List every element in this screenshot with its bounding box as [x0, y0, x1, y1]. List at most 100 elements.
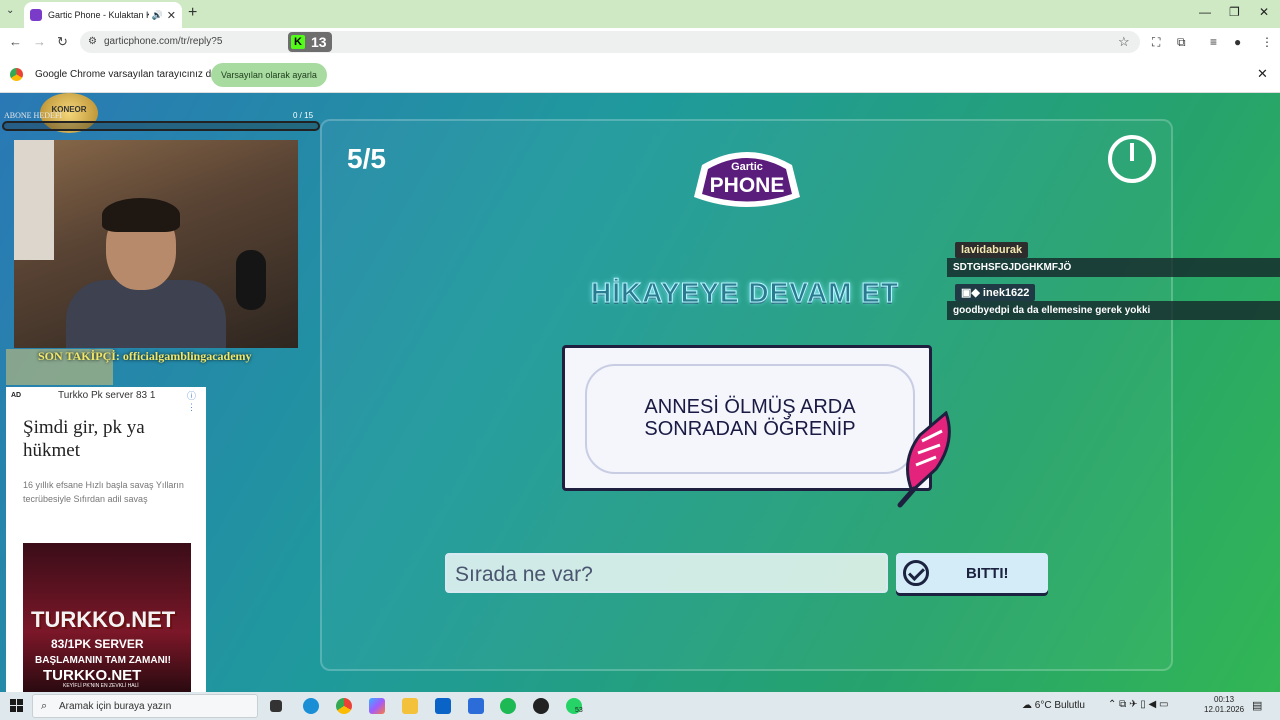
start-button[interactable] [10, 699, 23, 712]
ad-image-line: KEYİFLİ PK'NIN EN ZEVKLİ HALİ [63, 683, 139, 689]
ad-source: Turkko Pk server 83 1 [58, 390, 156, 401]
kick-logo-icon: K [291, 35, 305, 49]
windows-taskbar: ⌕ Aramak için buraya yazın 53 ☁ 6°C Bulu… [0, 692, 1280, 720]
url-text: garticphone.com/tr/reply?5 [104, 36, 223, 47]
ad-info-icon[interactable]: ⓘ ⋮ [187, 389, 206, 413]
microphone-icon [236, 250, 266, 310]
chat-message: lavidaburak SDTGHSFGJDGHKMFJÖ [947, 240, 1280, 277]
site-info-icon[interactable]: ⚙ [88, 36, 97, 47]
chat-message: ▣◆ inek1622 goodbyedpi da da ellemesine … [947, 283, 1280, 320]
round-counter: 5/5 [347, 143, 386, 174]
speaker-icon[interactable]: 🔊 [152, 10, 163, 21]
store-icon[interactable] [468, 698, 484, 714]
logo-top-text: Gartic [731, 161, 763, 173]
webcam-streamer-hair [102, 198, 180, 232]
clock-time: 00:13 [1214, 695, 1235, 704]
done-button-label: BITTI! [966, 564, 1009, 582]
gartic-phone-logo: Gartic PHONE [694, 152, 800, 207]
chat-badge-icon: ▣◆ [961, 287, 983, 299]
sub-goal-progress-bar [2, 121, 320, 131]
webcam-background-lamp [14, 140, 54, 260]
task-view-icon[interactable] [270, 700, 282, 712]
taskbar-search-placeholder: Aramak için buraya yazın [59, 701, 172, 712]
forward-icon[interactable]: → [33, 34, 46, 49]
clock[interactable]: 00:13 12.01.2026 [1204, 695, 1244, 716]
steam-icon[interactable] [533, 698, 549, 714]
chat-username: ▣◆ inek1622 [955, 284, 1036, 301]
tab-strip: ⌄ Gartic Phone - Kulaktan Kul 🔊 ✕ + — ❐ … [0, 0, 1280, 28]
ad-image-line: TURKKO.NET [43, 667, 142, 684]
ad-image-line: BAŞLAMANIN TAM ZAMANI! [35, 655, 171, 666]
taskbar-search[interactable]: ⌕ Aramak için buraya yazın [32, 694, 258, 718]
edge-icon[interactable] [303, 698, 319, 714]
weather-text: 6°C Bulutlu [1034, 700, 1085, 711]
chat-username-text: inek1622 [982, 287, 1030, 299]
check-icon [903, 560, 929, 586]
chrome-logo-icon [10, 68, 23, 81]
spotify-icon[interactable] [500, 698, 516, 714]
address-toolbar: ← → ↻ ⚙ garticphone.com/tr/reply?5 ☆ [0, 28, 1280, 56]
chat-text: goodbyedpi da da ellemesine gerek yokki [947, 301, 1280, 320]
kick-extension-badge[interactable]: K 13 [288, 32, 332, 52]
advertisement[interactable]: AD Turkko Pk server 83 1 ⓘ ⋮ Şimdi gir, … [6, 387, 206, 692]
chrome-taskbar-icon[interactable] [336, 698, 352, 714]
infobar-close-icon[interactable]: ✕ [1257, 66, 1268, 82]
story-input-placeholder: Sırada ne var? [455, 563, 593, 586]
sub-goal-count: 0 / 15 [293, 111, 314, 120]
outlook-icon[interactable] [435, 698, 451, 714]
default-browser-infobar: Google Chrome varsayılan tarayıcınız değ… [0, 56, 1280, 93]
profile-avatar-icon[interactable]: ● [1234, 35, 1241, 49]
ad-body: 16 yıllık efsane Hızlı başla savaş Yılla… [23, 480, 184, 504]
game-viewport: 5/5 Gartic PHONE HİKAYEYE DEVAM ET ANNES… [0, 93, 1280, 692]
ad-image-line: 83/1PK SERVER [51, 637, 144, 651]
prompt-text: ANNESİ ÖLMÜŞ ARDA SONRADAN ÖĞRENİP [585, 364, 915, 474]
webcam-feed [14, 140, 298, 348]
whatsapp-badge: 53 [575, 707, 583, 714]
notification-icon[interactable]: ▤ [1252, 699, 1262, 712]
ad-headline[interactable]: Şimdi gir, pk ya hükmet [23, 417, 193, 463]
story-input[interactable]: Sırada ne var? [445, 553, 888, 593]
screenshot-icon[interactable]: ⛶ [1152, 35, 1160, 50]
chat-text: SDTGHSFGJDGHKMFJÖ [947, 258, 1280, 277]
clock-date: 12.01.2026 [1204, 705, 1245, 715]
search-icon: ⌕ [41, 700, 48, 712]
last-follower-text: SON TAKİPÇİ: officialgamblingacademy [38, 349, 252, 363]
new-tab-button[interactable]: + [188, 4, 197, 22]
reload-icon[interactable]: ↻ [57, 34, 68, 50]
kick-count: 13 [311, 34, 327, 50]
tab-list-chevron-icon[interactable]: ⌄ [6, 5, 14, 16]
tab-title: Gartic Phone - Kulaktan Kul [48, 10, 149, 20]
file-explorer-icon[interactable] [402, 698, 418, 714]
gartic-favicon-icon [30, 9, 42, 21]
ad-image-brand: TURKKO.NET [31, 607, 176, 632]
sub-goal-label: ABONE HEDEFİ [4, 111, 62, 120]
minimize-icon[interactable]: — [1199, 5, 1211, 19]
ad-tag: AD [11, 392, 22, 399]
timer-icon [1108, 135, 1156, 183]
done-button[interactable]: BITTI! [896, 553, 1048, 593]
window-close-icon[interactable]: ✕ [1259, 5, 1269, 19]
menu-icon[interactable]: ⋮ [1261, 35, 1273, 49]
ad-image[interactable]: TURKKO.NET 83/1PK SERVER BAŞLAMANIN TAM … [23, 543, 191, 692]
copilot-icon[interactable] [369, 698, 385, 714]
logo-main-text: PHONE [710, 174, 785, 197]
tray-icons[interactable]: ⌃ ⧉ ✈ ▯ ◀ ▭ [1108, 699, 1168, 710]
prompt-card: ANNESİ ÖLMÜŞ ARDA SONRADAN ÖĞRENİP [562, 345, 932, 491]
weather-widget[interactable]: ☁ 6°C Bulutlu [1022, 700, 1085, 711]
url-field[interactable]: ⚙ garticphone.com/tr/reply?5 [80, 31, 1140, 53]
restore-icon[interactable]: ❐ [1229, 5, 1240, 19]
webcam-streamer-body [66, 280, 226, 348]
media-icon[interactable]: ≡ [1210, 35, 1217, 49]
back-icon[interactable]: ← [9, 34, 22, 49]
infobar-message: Google Chrome varsayılan tarayıcınız değ… [35, 69, 227, 80]
page-heading: HİKAYEYE DEVAM ET [591, 277, 899, 309]
close-tab-icon[interactable]: ✕ [167, 9, 176, 22]
chat-overlay: lavidaburak SDTGHSFGJDGHKMFJÖ ▣◆ inek162… [947, 240, 1280, 326]
browser-tab[interactable]: Gartic Phone - Kulaktan Kul 🔊 ✕ [24, 2, 182, 28]
quill-feather-icon [897, 411, 951, 508]
cloud-icon: ☁ [1022, 700, 1035, 711]
bookmark-star-icon[interactable]: ☆ [1118, 34, 1130, 50]
set-default-button[interactable]: Varsayılan olarak ayarla [211, 63, 327, 87]
chat-username: lavidaburak [955, 242, 1029, 258]
extensions-icon[interactable]: ⧉ [1177, 35, 1186, 50]
